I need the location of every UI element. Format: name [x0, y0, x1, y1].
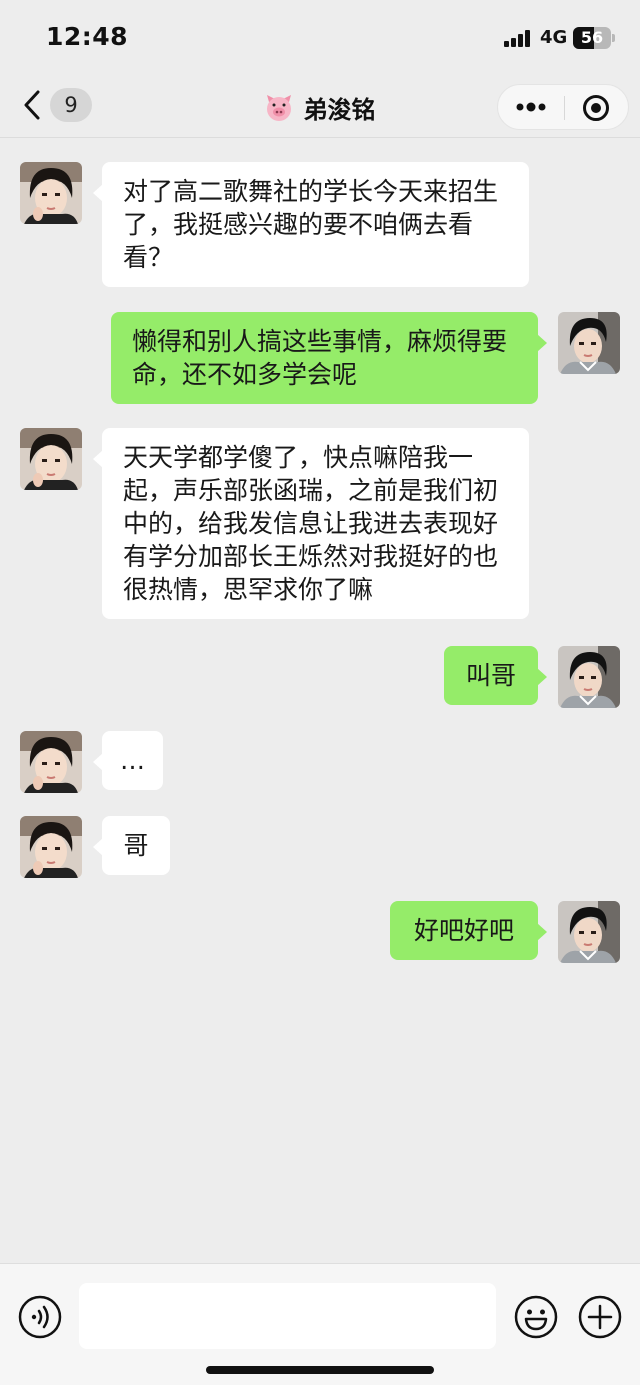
contact-avatar[interactable] — [20, 428, 82, 490]
status-time: 12:48 — [46, 22, 129, 51]
home-indicator — [206, 1366, 434, 1374]
more-dots-icon[interactable] — [514, 85, 548, 129]
message-bubble-incoming[interactable]: 天天学都学傻了，快点嘛陪我一起，声乐部张函瑞，之前是我们初中的，给我发信息让我进… — [93, 428, 529, 619]
signal-icon — [504, 30, 534, 47]
network-type: 4G — [540, 27, 568, 48]
message-bubble-incoming[interactable]: 哥 — [93, 816, 170, 875]
message-input[interactable] — [79, 1283, 496, 1349]
chat-messages[interactable]: 对了高二歌舞社的学长今天来招生了，我挺感兴趣的要不咱俩去看看？ 懒得和别人搞这些… — [0, 138, 640, 1263]
contact-avatar[interactable] — [20, 816, 82, 878]
voice-icon[interactable] — [18, 1295, 62, 1339]
message-bubble-incoming[interactable]: 对了高二歌舞社的学长今天来招生了，我挺感兴趣的要不咱俩去看看？ — [93, 162, 529, 287]
my-avatar[interactable] — [558, 646, 620, 708]
status-bar: 12:48 4G 56 — [0, 0, 640, 76]
capsule-divider — [564, 96, 565, 120]
my-avatar[interactable] — [558, 312, 620, 374]
plus-icon[interactable] — [578, 1295, 622, 1339]
message-bubble-outgoing[interactable]: 懒得和别人搞这些事情，麻烦得要命，还不如多学会呢 — [111, 312, 547, 404]
message-bubble-outgoing[interactable]: 叫哥 — [444, 646, 547, 705]
target-circle-icon[interactable] — [582, 94, 610, 122]
contact-avatar[interactable] — [20, 731, 82, 793]
battery-tip — [612, 34, 615, 42]
battery-icon: 56 — [573, 27, 611, 49]
my-avatar[interactable] — [558, 901, 620, 963]
contact-name: 弟浚铭 — [303, 96, 376, 124]
chat-header: 9 弟浚铭 — [0, 76, 640, 138]
message-bubble-incoming[interactable]: … — [93, 731, 163, 790]
input-bar — [0, 1263, 640, 1385]
emoji-icon[interactable] — [514, 1295, 558, 1339]
battery-percent: 56 — [580, 28, 604, 47]
pig-face-icon — [264, 93, 294, 123]
mini-program-capsule — [497, 84, 629, 130]
contact-avatar[interactable] — [20, 162, 82, 224]
message-bubble-outgoing[interactable]: 好吧好吧 — [390, 901, 547, 960]
